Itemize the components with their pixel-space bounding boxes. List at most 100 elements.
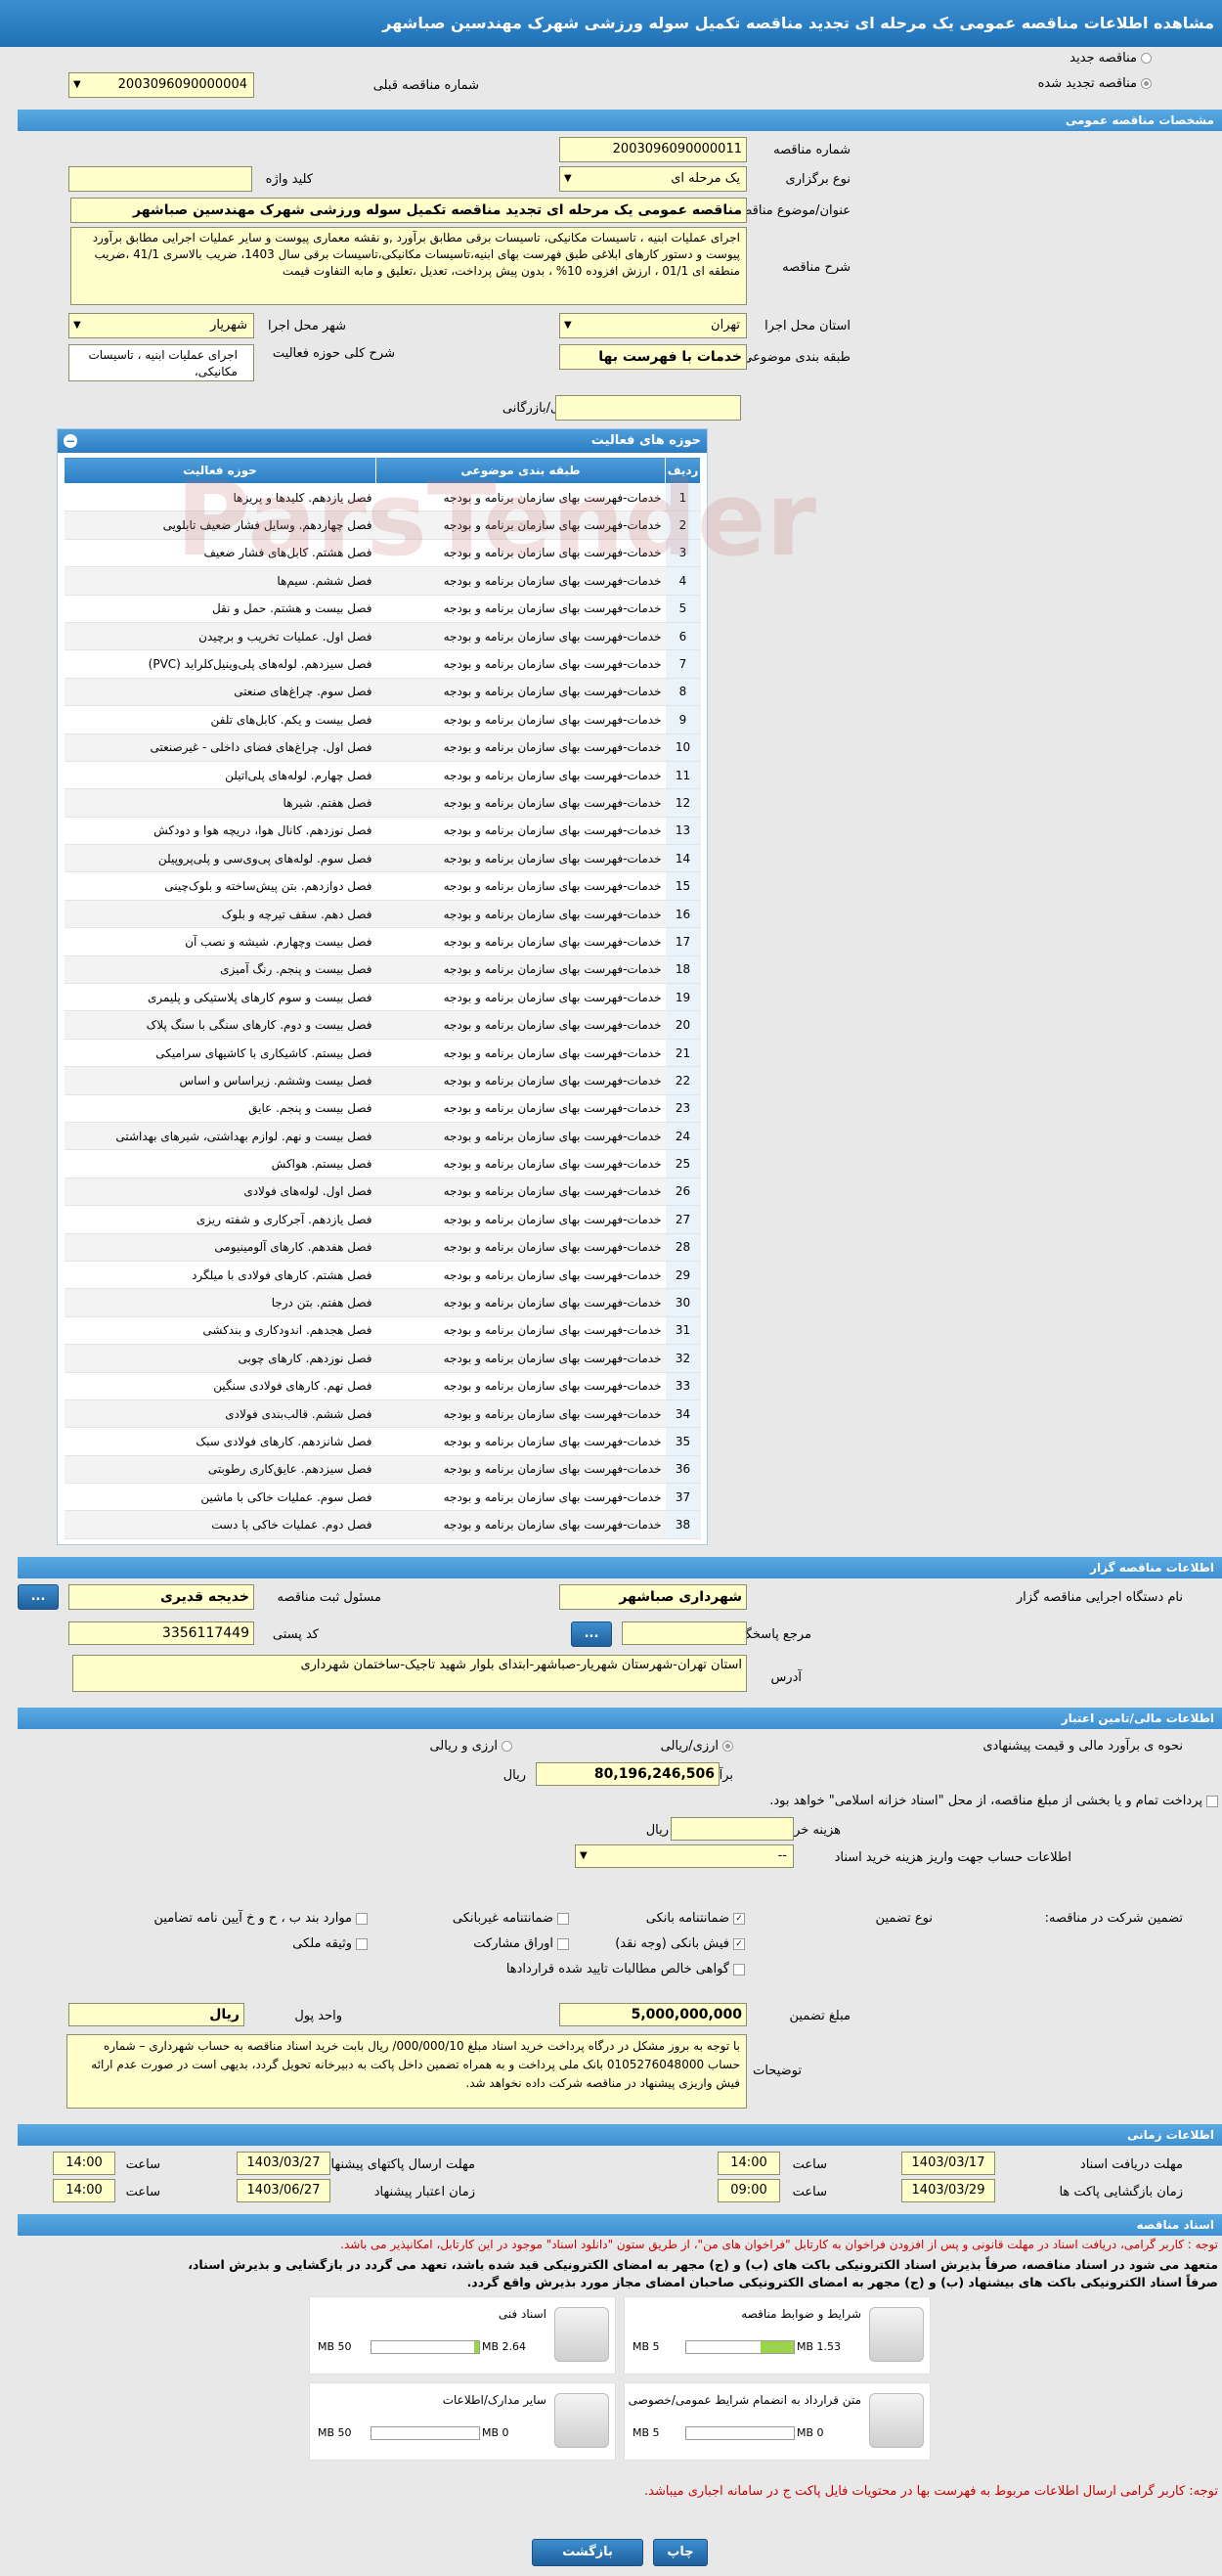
row-activity: فصل دهم. سقف تیرچه و بلوک bbox=[64, 900, 376, 929]
row-activity: فصل بیستم. هواکش bbox=[64, 1149, 376, 1178]
checkbox[interactable]: ✓ bbox=[733, 1937, 745, 1950]
g-receivables-certificate[interactable]: گواهی خالص مطالبات تایید شده قراردادها bbox=[506, 1962, 745, 1976]
notes-field: با توجه به بروز مشکل در درگاه پرداخت خری… bbox=[66, 2034, 747, 2109]
account-select[interactable]: -- ▼ bbox=[575, 1844, 794, 1868]
back-button[interactable]: بازگشت bbox=[532, 2539, 643, 2566]
doc-item-size: 0 MB bbox=[482, 2426, 509, 2439]
row-category: خدمات-فهرست بهای سازمان برنامه و بودجه bbox=[375, 649, 666, 679]
radio-currency-rial-label: ارزی/ریالی bbox=[660, 1739, 719, 1754]
print-button[interactable]: چاپ bbox=[653, 2539, 708, 2566]
row-number: 8 bbox=[665, 678, 701, 707]
opening-hour-field: 09:00 bbox=[718, 2179, 780, 2202]
row-activity: فصل اول. لوله‌های فولادی bbox=[64, 1177, 376, 1207]
type-select[interactable]: یک مرحله ای ▼ bbox=[559, 166, 747, 192]
g-bank-guarantee-label: ضمانتنامه بانکی bbox=[645, 1911, 729, 1926]
row-category: خدمات-فهرست بهای سازمان برنامه و بودجه bbox=[375, 595, 666, 623]
table-row: 26 خدمات-فهرست بهای سازمان برنامه و بودجه… bbox=[64, 1177, 701, 1207]
g-regulation-items[interactable]: موارد بند ب ، ح و خ آیین نامه تضامین bbox=[153, 1911, 368, 1926]
row-number: 11 bbox=[665, 761, 701, 790]
g-bonds[interactable]: اوراق مشارکت bbox=[473, 1936, 569, 1951]
g-nonbank-guarantee[interactable]: ضمانتنامه غیربانکی bbox=[453, 1911, 569, 1926]
send-time-label: ساعت bbox=[125, 2157, 160, 2172]
treasury-checkbox[interactable]: پرداخت تمام و یا بخشی از مبلغ مناقصه، از… bbox=[769, 1794, 1218, 1808]
table-row: 19 خدمات-فهرست بهای سازمان برنامه و بودجه… bbox=[64, 983, 701, 1012]
row-category: خدمات-فهرست بهای سازمان برنامه و بودجه bbox=[375, 1094, 666, 1123]
section-organizer-header: اطلاعات مناقصه گزار bbox=[18, 1557, 1222, 1578]
table-row: 25 خدمات-فهرست بهای سازمان برنامه و بودجه… bbox=[64, 1149, 701, 1178]
radio-circle[interactable] bbox=[1141, 53, 1152, 64]
row-activity: فصل بیست و نهم. لوازم بهداشتی، شیرهای به… bbox=[64, 1122, 376, 1151]
row-number: 6 bbox=[665, 622, 701, 651]
doc-item[interactable]: اسناد فنی 2.64 MB 50 MB bbox=[309, 2296, 616, 2375]
doc-item[interactable]: متن قرارداد به انضمام شرایط عمومی/خصوصی … bbox=[624, 2382, 931, 2461]
guarantee-amount-label: مبلغ تضمین bbox=[789, 2009, 851, 2023]
table-row: 33 خدمات-فهرست بهای سازمان برنامه و بودجه… bbox=[64, 1372, 701, 1400]
radio-currency-and-rial[interactable]: ارزی و ریالی bbox=[429, 1739, 512, 1754]
checkbox[interactable] bbox=[557, 1937, 569, 1950]
select-responsible-button[interactable]: ... bbox=[18, 1584, 59, 1610]
row-number: 1 bbox=[665, 483, 701, 512]
radio-circle[interactable] bbox=[722, 1741, 733, 1752]
row-number: 21 bbox=[665, 1039, 701, 1068]
doc-cost-field bbox=[671, 1817, 794, 1841]
guarantee-type-label: نوع تضمین bbox=[875, 1911, 933, 1926]
checkbox[interactable] bbox=[1206, 1795, 1218, 1807]
prev-no-select[interactable]: 2003096090000004 ▼ bbox=[68, 72, 254, 98]
org-field: شهرداری صباشهر bbox=[559, 1584, 747, 1610]
table-row: 9 خدمات-فهرست بهای سازمان برنامه و بودجه ف… bbox=[64, 705, 701, 734]
row-number: 30 bbox=[665, 1288, 701, 1317]
table-row: 16 خدمات-فهرست بهای سازمان برنامه و بودجه… bbox=[64, 900, 701, 929]
row-category: خدمات-فهرست بهای سازمان برنامه و بودجه bbox=[375, 927, 666, 956]
select-ref-button[interactable]: ... bbox=[571, 1621, 612, 1647]
receive-deadline-label: مهلت دریافت اسناد bbox=[1079, 2157, 1183, 2172]
row-number: 15 bbox=[665, 871, 701, 901]
chevron-down-icon: ▼ bbox=[73, 320, 81, 331]
estimate-method-label: نحوه ی برآورد مالی و قیمت پیشنهادی bbox=[982, 1739, 1183, 1754]
row-category: خدمات-فهرست بهای سازمان برنامه و بودجه bbox=[375, 1177, 666, 1207]
radio-circle[interactable] bbox=[1141, 78, 1152, 89]
doc-item[interactable]: شرایط و ضوابط مناقصه 1.53 MB 5 MB bbox=[624, 2296, 931, 2375]
city-select[interactable]: شهریار ▼ bbox=[68, 313, 254, 338]
folder-icon bbox=[554, 2393, 609, 2448]
scope-list[interactable]: اجرای عملیات ابنیه ، تاسیسات مکانیکی، bbox=[68, 344, 254, 381]
row-category: خدمات-فهرست بهای سازمان برنامه و بودجه bbox=[375, 1288, 666, 1317]
checkbox[interactable] bbox=[356, 1912, 368, 1925]
desc-label: شرح مناقصه bbox=[782, 260, 851, 275]
radio-currency-rial[interactable]: ارزی/ریالی bbox=[661, 1739, 733, 1754]
row-category: خدمات-فهرست بهای سازمان برنامه و بودجه bbox=[375, 1427, 666, 1456]
table-row: 30 خدمات-فهرست بهای سازمان برنامه و بودجه… bbox=[64, 1288, 701, 1317]
radio-circle[interactable] bbox=[502, 1741, 512, 1752]
row-activity: فصل اول. چراغ‌های فضای داخلی - غیرصنعتی bbox=[64, 733, 376, 762]
row-number: 3 bbox=[665, 539, 701, 568]
row-activity: فصل سوم. لوله‌های پی‌وی‌سی و پلی‌پروپیلن bbox=[64, 844, 376, 873]
row-number: 17 bbox=[665, 927, 701, 956]
row-activity: فصل نهم. کارهای فولادی سنگین bbox=[64, 1372, 376, 1400]
title-field: مناقصه عمومی یک مرحله ای تجدید مناقصه تک… bbox=[70, 198, 747, 223]
doc-item-title: متن قرارداد به انضمام شرایط عمومی/خصوصی bbox=[628, 2393, 861, 2407]
row-category: خدمات-فهرست بهای سازمان برنامه و بودجه bbox=[375, 788, 666, 818]
table-row: 4 خدمات-فهرست بهای سازمان برنامه و بودجه ف… bbox=[64, 566, 701, 596]
radio-new-tender[interactable]: مناقصه جدید bbox=[1069, 51, 1152, 66]
chevron-down-icon: ▼ bbox=[564, 320, 572, 331]
col-header-row-no: ردیف bbox=[665, 457, 701, 484]
checkbox[interactable] bbox=[733, 1963, 745, 1976]
province-select[interactable]: تهران ▼ bbox=[559, 313, 747, 338]
row-activity: فصل بیست و دوم. کارهای سنگی با سنگ پلاک bbox=[64, 1010, 376, 1040]
g-property-collateral[interactable]: وثیقه ملکی bbox=[292, 1936, 368, 1951]
g-bank-guarantee[interactable]: ✓ ضمانتنامه بانکی bbox=[646, 1911, 745, 1926]
checkbox[interactable] bbox=[356, 1937, 368, 1950]
g-bank-receipt[interactable]: ✓ فیش بانکی (وجه نقد) bbox=[615, 1936, 745, 1951]
table-row: 23 خدمات-فهرست بهای سازمان برنامه و بودجه… bbox=[64, 1094, 701, 1123]
row-activity: فصل یازدهم. کلیدها و پریزها bbox=[64, 483, 376, 512]
doc-item-size: 0 MB bbox=[797, 2426, 824, 2439]
row-category: خدمات-فهرست بهای سازمان برنامه و بودجه bbox=[375, 678, 666, 707]
checkbox[interactable] bbox=[557, 1912, 569, 1925]
checkbox[interactable]: ✓ bbox=[733, 1912, 745, 1925]
row-number: 23 bbox=[665, 1094, 701, 1123]
collapse-icon[interactable]: − bbox=[64, 434, 77, 448]
keyword-label: کلید واژه bbox=[265, 172, 313, 187]
doc-item-progress-fill bbox=[473, 2341, 479, 2353]
radio-renewed-tender[interactable]: مناقصه تجدید شده bbox=[1038, 76, 1152, 91]
table-row: 31 خدمات-فهرست بهای سازمان برنامه و بودجه… bbox=[64, 1316, 701, 1346]
doc-item[interactable]: سایر مدارک/اطلاعات 0 MB 50 MB bbox=[309, 2382, 616, 2461]
